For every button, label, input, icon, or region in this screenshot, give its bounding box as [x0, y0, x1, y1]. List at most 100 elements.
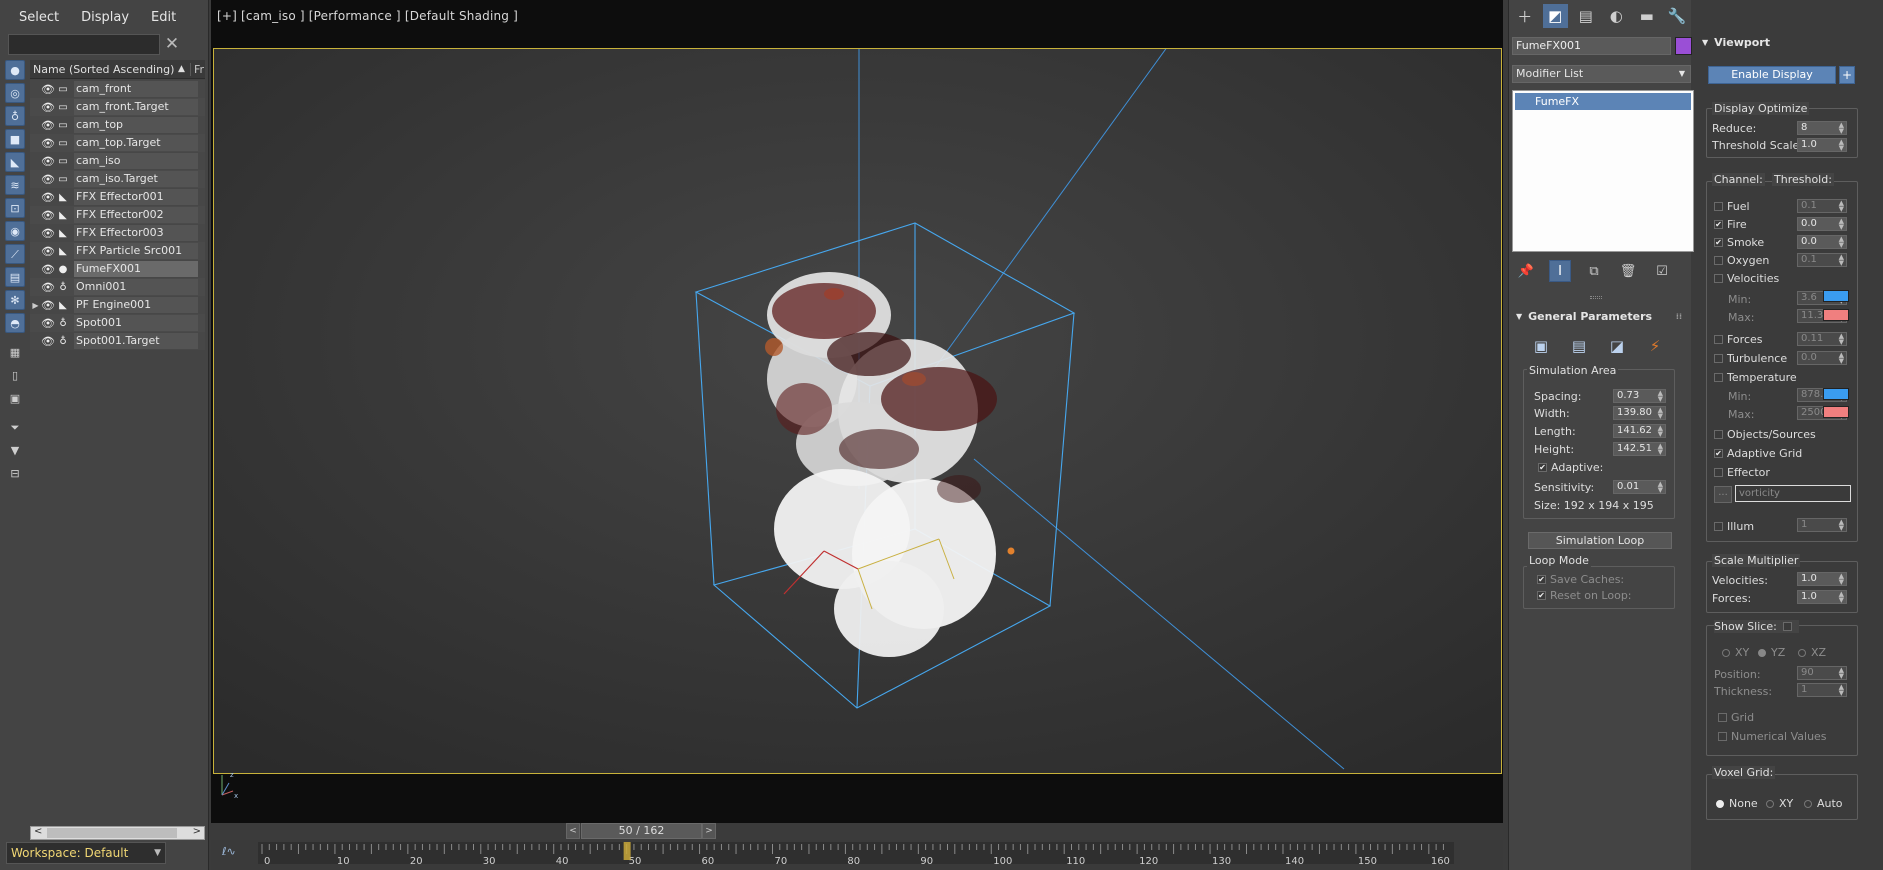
utilities-tab-icon[interactable]: 🔧	[1665, 4, 1691, 28]
channel-fire-checkbox[interactable]: ✔ Fire	[1714, 218, 1747, 231]
enable-display-button[interactable]: Enable Display	[1708, 66, 1836, 84]
scene-list-item[interactable]: 👁 ▭ cam_front	[30, 80, 205, 98]
slice-xy-radio[interactable]: XY	[1722, 646, 1749, 659]
scene-list-item[interactable]: 👁 ▭ cam_front.Target	[30, 98, 205, 116]
fumefx-preview-icon[interactable]: ▣	[1530, 335, 1552, 357]
spinner-arrows-icon[interactable]: ▲▼	[1839, 254, 1844, 267]
voxel-none-radio[interactable]: None	[1716, 797, 1758, 810]
channel-threshold-spinner[interactable]: 0.0 ▲ ▼	[1797, 235, 1847, 249]
visibility-eye-icon[interactable]: 👁	[41, 119, 55, 132]
filter-containers-icon[interactable]: ▤	[5, 267, 25, 287]
visibility-eye-icon[interactable]: 👁	[41, 101, 55, 114]
visibility-eye-icon[interactable]: 👁	[41, 299, 55, 312]
channel-velocities-checkbox[interactable]: Velocities	[1714, 272, 1779, 285]
spinner-arrows-icon[interactable]: ▲▼	[1658, 481, 1663, 494]
filter-funnel-icon[interactable]: ⏷	[5, 417, 25, 437]
hierarchy-icon[interactable]: ▯	[5, 365, 25, 385]
checkbox-icon[interactable]	[1714, 468, 1723, 477]
scene-list-item[interactable]: 👁 ▭ cam_top.Target	[30, 134, 205, 152]
radio-icon[interactable]	[1798, 648, 1806, 657]
workspace-selector[interactable]: Workspace: Default ▼	[6, 842, 166, 864]
length-spinner[interactable]: 141.62 ▲ ▼	[1613, 424, 1666, 438]
filter-groups-icon[interactable]: ⊡	[5, 198, 25, 218]
current-frame-marker[interactable]	[623, 842, 631, 860]
filter-particles-icon[interactable]: ✻	[5, 290, 25, 310]
filter-toggle-icon[interactable]: ▼	[5, 440, 25, 460]
column-frozen[interactable]: Fr	[190, 62, 204, 76]
radio-selected-icon[interactable]	[1758, 648, 1766, 657]
spinner-arrows-icon[interactable]: ▲▼	[1839, 667, 1844, 680]
visibility-eye-icon[interactable]: 👁	[41, 227, 55, 240]
checkbox-icon[interactable]	[1714, 522, 1723, 531]
spinner-arrows-icon[interactable]: ▲▼	[1658, 443, 1663, 456]
scene-list-item[interactable]: 👁 ◣ FFX Effector002	[30, 206, 205, 224]
viewport-label-menu[interactable]: [+] [cam_iso ] [Performance ] [Default S…	[217, 9, 518, 23]
checkbox-checked-icon[interactable]: ✔	[1714, 238, 1723, 247]
scene-list-item[interactable]: ▶ 👁 ◣ PF Engine001	[30, 296, 205, 314]
illum-checkbox[interactable]: Illum	[1714, 520, 1754, 533]
spinner-arrows-icon[interactable]: ▲▼	[1839, 333, 1844, 346]
spinner-arrows-icon[interactable]: ▲▼	[1839, 684, 1844, 697]
show-end-result-icon[interactable]: Ⅰ	[1549, 260, 1571, 282]
voxel-auto-radio[interactable]: Auto	[1804, 797, 1843, 810]
visibility-eye-icon[interactable]: 👁	[41, 209, 55, 222]
forces-checkbox[interactable]: Forces	[1714, 333, 1763, 346]
radio-icon[interactable]	[1804, 799, 1812, 808]
checkbox-icon[interactable]	[1714, 335, 1723, 344]
time-slider[interactable]: < 50 / 162 >	[566, 823, 716, 839]
display-tab-icon[interactable]: ▬	[1634, 4, 1660, 28]
spinner-arrows-icon[interactable]: ▲▼	[1658, 425, 1663, 438]
sm-forces-spinner[interactable]: 1.0 ▲ ▼	[1797, 590, 1847, 604]
object-color-swatch[interactable]	[1675, 37, 1692, 55]
sm-velocities-spinner[interactable]: 1.0 ▲ ▼	[1797, 572, 1847, 586]
visibility-eye-icon[interactable]: 👁	[41, 191, 55, 204]
scroll-right-icon[interactable]: >	[193, 826, 201, 837]
scroll-thumb[interactable]	[47, 828, 177, 838]
temperature-checkbox[interactable]: Temperature	[1714, 371, 1797, 384]
visibility-eye-icon[interactable]: 👁	[41, 317, 55, 330]
temperature-max-color[interactable]	[1823, 406, 1849, 418]
turbulence-spinner[interactable]: 0.0 ▲ ▼	[1797, 351, 1847, 365]
spinner-arrows-icon[interactable]: ▲▼	[1839, 236, 1844, 249]
spinner-arrows-icon[interactable]: ▲▼	[1839, 352, 1844, 365]
illum-spinner[interactable]: 1 ▲ ▼	[1797, 518, 1847, 532]
objects-sources-checkbox[interactable]: Objects/Sources	[1714, 428, 1816, 441]
checkbox-icon[interactable]	[1714, 354, 1723, 363]
filter-helpers-icon[interactable]: ◣	[5, 152, 25, 172]
channel-threshold-spinner[interactable]: 0.1 ▲ ▼	[1797, 253, 1847, 267]
checkbox-icon[interactable]	[1718, 732, 1727, 741]
filter-xrefs-icon[interactable]: ◉	[5, 221, 25, 241]
radio-icon[interactable]	[1722, 648, 1730, 657]
velocity-min-color[interactable]	[1823, 290, 1849, 302]
reduce-spinner[interactable]: 8 ▲ ▼	[1797, 121, 1847, 135]
visibility-eye-icon[interactable]: 👁	[41, 263, 55, 276]
checkbox-checked-icon[interactable]: ✔	[1537, 575, 1546, 584]
pin-stack-icon[interactable]: 📌	[1515, 260, 1537, 282]
channel-threshold-spinner[interactable]: 0.0 ▲ ▼	[1797, 217, 1847, 231]
filter-spacewarps-icon[interactable]: ≋	[5, 175, 25, 195]
fumefx-render-icon[interactable]: ◪	[1606, 335, 1628, 357]
show-slice-checkbox[interactable]: Show Slice:	[1714, 620, 1799, 633]
hierarchy-tab-icon[interactable]: ▤	[1573, 4, 1599, 28]
spinner-arrows-icon[interactable]: ▲▼	[1658, 390, 1663, 403]
channel-threshold-spinner[interactable]: 0.1 ▲ ▼	[1797, 199, 1847, 213]
panel-resize-grip[interactable]	[1590, 296, 1602, 299]
make-unique-icon[interactable]: ⧉	[1583, 260, 1605, 282]
modify-tab-icon[interactable]: ◩	[1542, 4, 1568, 28]
column-name[interactable]: Name (Sorted Ascending)	[30, 63, 178, 76]
reset-on-loop-checkbox[interactable]: ✔ Reset on Loop:	[1537, 589, 1632, 602]
checkbox-icon[interactable]	[1714, 274, 1723, 283]
channel-oxygen-checkbox[interactable]: Oxygen	[1714, 254, 1769, 267]
scene-list-item[interactable]: 👁 ◣ FFX Effector001	[30, 188, 205, 206]
scene-list-item[interactable]: 👁 ▭ cam_top	[30, 116, 205, 134]
spinner-arrows-icon[interactable]: ▲▼	[1839, 573, 1844, 586]
scene-list-item[interactable]: 👁 ♁ Spot001.Target	[30, 332, 205, 350]
thickness-spinner[interactable]: 1 ▲ ▼	[1797, 683, 1847, 697]
modifier-list-dropdown[interactable]: Modifier List ▼	[1512, 65, 1691, 83]
velocity-max-color[interactable]	[1823, 309, 1849, 321]
turbulence-checkbox[interactable]: Turbulence	[1714, 352, 1787, 365]
layer-list-icon[interactable]: ▦	[5, 342, 25, 362]
checkbox-icon[interactable]	[1714, 256, 1723, 265]
expand-arrow-icon[interactable]: ▶	[30, 301, 41, 310]
scene-list-item[interactable]: 👁 ▭ cam_iso	[30, 152, 205, 170]
